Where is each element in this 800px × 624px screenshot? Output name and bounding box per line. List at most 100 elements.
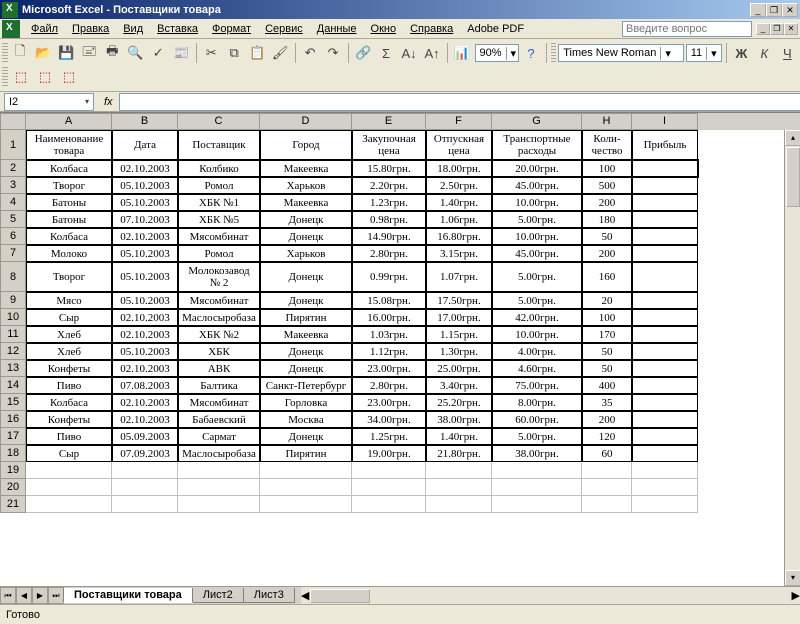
copy-button[interactable]: ⧉: [224, 42, 245, 64]
redo-button[interactable]: ↷: [323, 42, 344, 64]
data-cell[interactable]: Донецк: [260, 262, 352, 292]
data-cell[interactable]: Ромол: [178, 245, 260, 262]
data-cell[interactable]: 180: [582, 211, 632, 228]
empty-cell[interactable]: [492, 496, 582, 513]
empty-cell[interactable]: [178, 479, 260, 496]
data-cell[interactable]: 100: [582, 160, 632, 177]
sort-desc-button[interactable]: A↑: [422, 42, 443, 64]
data-cell[interactable]: 5.00грн.: [492, 211, 582, 228]
data-cell[interactable]: Хлеб: [26, 343, 112, 360]
data-cell[interactable]: 400: [582, 377, 632, 394]
data-cell[interactable]: Донецк: [260, 428, 352, 445]
data-cell[interactable]: 05.10.2003: [112, 194, 178, 211]
data-cell[interactable]: 07.10.2003: [112, 211, 178, 228]
data-cell[interactable]: Донецк: [260, 292, 352, 309]
data-cell[interactable]: 1.06грн.: [426, 211, 492, 228]
data-cell[interactable]: Хлеб: [26, 326, 112, 343]
toolbar-grip[interactable]: [551, 43, 557, 63]
data-cell[interactable]: [632, 160, 698, 177]
data-cell[interactable]: 02.10.2003: [112, 394, 178, 411]
data-cell[interactable]: 14.90грн.: [352, 228, 426, 245]
data-cell[interactable]: Колбаса: [26, 394, 112, 411]
data-cell[interactable]: 07.08.2003: [112, 377, 178, 394]
empty-cell[interactable]: [352, 496, 426, 513]
chevron-down-icon[interactable]: ▾: [706, 47, 718, 60]
data-cell[interactable]: Батоны: [26, 211, 112, 228]
col-header-C[interactable]: C: [178, 113, 260, 130]
data-cell[interactable]: 02.10.2003: [112, 360, 178, 377]
data-cell[interactable]: 200: [582, 194, 632, 211]
data-cell[interactable]: [632, 428, 698, 445]
data-cell[interactable]: 02.10.2003: [112, 326, 178, 343]
sheet-tab-0[interactable]: Поставщики товара: [63, 588, 193, 603]
data-cell[interactable]: 34.00грн.: [352, 411, 426, 428]
data-cell[interactable]: 10.00грн.: [492, 194, 582, 211]
data-cell[interactable]: 05.10.2003: [112, 245, 178, 262]
workbook-restore-button[interactable]: ❐: [770, 23, 784, 35]
data-cell[interactable]: [632, 245, 698, 262]
data-cell[interactable]: 25.00грн.: [426, 360, 492, 377]
data-cell[interactable]: 5.00грн.: [492, 292, 582, 309]
row-header[interactable]: 16: [0, 411, 26, 428]
pdf-email-button[interactable]: ⬚: [34, 66, 56, 88]
data-cell[interactable]: 05.10.2003: [112, 292, 178, 309]
cut-button[interactable]: ✂: [201, 42, 222, 64]
scroll-left-button[interactable]: ◀: [301, 589, 309, 602]
row-header[interactable]: 2: [0, 160, 26, 177]
data-cell[interactable]: 1.15грн.: [426, 326, 492, 343]
data-cell[interactable]: [632, 377, 698, 394]
maximize-button[interactable]: ❐: [766, 3, 782, 17]
empty-cell[interactable]: [492, 479, 582, 496]
data-cell[interactable]: Макеевка: [260, 326, 352, 343]
data-cell[interactable]: 02.10.2003: [112, 228, 178, 245]
scroll-down-button[interactable]: ▾: [785, 570, 800, 586]
pdf-review-button[interactable]: ⬚: [58, 66, 80, 88]
data-cell[interactable]: [632, 177, 698, 194]
menu-file[interactable]: Файл: [24, 21, 65, 37]
data-cell[interactable]: 1.03грн.: [352, 326, 426, 343]
empty-cell[interactable]: [426, 496, 492, 513]
data-cell[interactable]: Макеевка: [260, 160, 352, 177]
data-cell[interactable]: Пиво: [26, 428, 112, 445]
menu-format[interactable]: Формат: [205, 21, 258, 37]
header-cell[interactable]: Коли-чество: [582, 130, 632, 160]
spellcheck-button[interactable]: ✓: [148, 42, 169, 64]
fx-label[interactable]: fx: [104, 96, 113, 108]
ask-a-question-box[interactable]: [622, 21, 752, 37]
name-box[interactable]: I2 ▾: [4, 93, 94, 111]
print-button[interactable]: 🖶: [102, 42, 123, 64]
data-cell[interactable]: 38.00грн.: [426, 411, 492, 428]
data-cell[interactable]: 1.40грн.: [426, 428, 492, 445]
data-cell[interactable]: [632, 309, 698, 326]
data-cell[interactable]: 4.00грн.: [492, 343, 582, 360]
row-header[interactable]: 8: [0, 262, 26, 292]
data-cell[interactable]: Балтика: [178, 377, 260, 394]
header-cell[interactable]: Поставщик: [178, 130, 260, 160]
paste-button[interactable]: 📋: [247, 42, 268, 64]
data-cell[interactable]: [632, 343, 698, 360]
empty-cell[interactable]: [632, 496, 698, 513]
header-cell[interactable]: Дата: [112, 130, 178, 160]
data-cell[interactable]: 2.80грн.: [352, 245, 426, 262]
data-cell[interactable]: Донецк: [260, 211, 352, 228]
font-size-combobox[interactable]: 11▾: [686, 44, 722, 62]
header-cell[interactable]: Отпускная цена: [426, 130, 492, 160]
data-cell[interactable]: 05.10.2003: [112, 262, 178, 292]
row-header[interactable]: 18: [0, 445, 26, 462]
menu-help[interactable]: Справка: [403, 21, 460, 37]
pdf-convert-button[interactable]: ⬚: [10, 66, 32, 88]
data-cell[interactable]: 02.10.2003: [112, 160, 178, 177]
new-button[interactable]: 🗋: [10, 42, 31, 64]
data-cell[interactable]: ХБК №5: [178, 211, 260, 228]
row-header[interactable]: 4: [0, 194, 26, 211]
data-cell[interactable]: 21.80грн.: [426, 445, 492, 462]
sheet-tab-1[interactable]: Лист2: [192, 588, 244, 603]
data-cell[interactable]: Колбаса: [26, 228, 112, 245]
data-cell[interactable]: 3.40грн.: [426, 377, 492, 394]
empty-cell[interactable]: [178, 462, 260, 479]
empty-cell[interactable]: [352, 462, 426, 479]
data-cell[interactable]: Мясомбинат: [178, 394, 260, 411]
vertical-scrollbar[interactable]: ▴ ▾: [784, 130, 800, 586]
data-cell[interactable]: 1.40грн.: [426, 194, 492, 211]
data-cell[interactable]: 50: [582, 228, 632, 245]
